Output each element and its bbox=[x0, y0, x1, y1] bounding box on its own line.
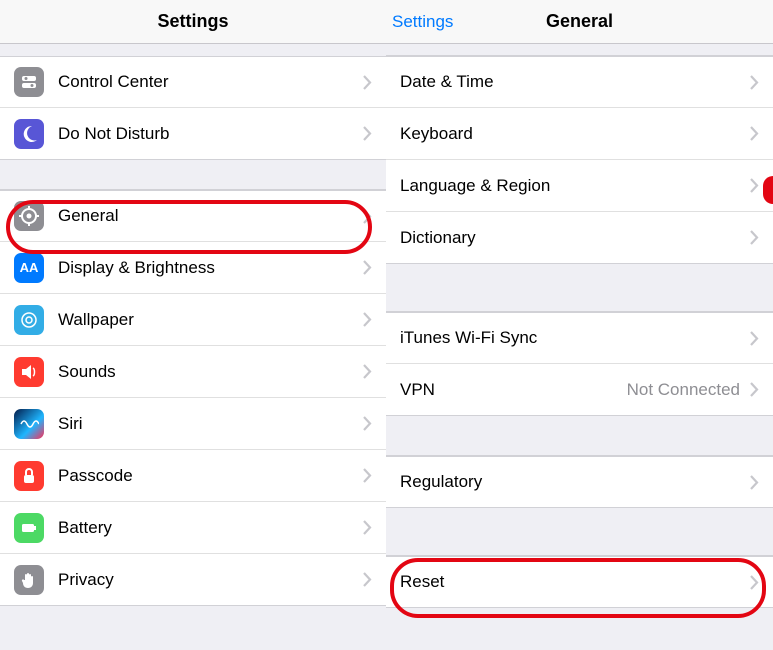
wallpaper-icon bbox=[14, 305, 44, 335]
row-label: iTunes Wi-Fi Sync bbox=[400, 328, 750, 348]
row-label: Date & Time bbox=[400, 72, 750, 92]
settings-row-battery[interactable]: Battery bbox=[0, 502, 386, 554]
header: Settings General bbox=[386, 0, 773, 44]
chevron-right-icon bbox=[363, 260, 372, 275]
row-label: Display & Brightness bbox=[58, 258, 363, 278]
general-list: Date & Time Keyboard Language & Region D… bbox=[386, 44, 773, 650]
header: Settings bbox=[0, 0, 386, 44]
row-label: Siri bbox=[58, 414, 363, 434]
chevron-right-icon bbox=[750, 230, 759, 245]
page-title: General bbox=[546, 11, 613, 32]
row-label: Do Not Disturb bbox=[58, 124, 363, 144]
general-row-date-time[interactable]: Date & Time bbox=[386, 56, 773, 108]
display-icon: AA bbox=[14, 253, 44, 283]
settings-main-screen: Settings Control Center Do Not Disturb bbox=[0, 0, 386, 650]
chevron-right-icon bbox=[750, 126, 759, 141]
settings-row-display-brightness[interactable]: AA Display & Brightness bbox=[0, 242, 386, 294]
gear-icon bbox=[14, 201, 44, 231]
row-label: Battery bbox=[58, 518, 363, 538]
chevron-right-icon bbox=[363, 126, 372, 141]
row-label: Language & Region bbox=[400, 176, 750, 196]
chevron-right-icon bbox=[363, 364, 372, 379]
settings-general-screen: Settings General Date & Time Keyboard La… bbox=[386, 0, 773, 650]
settings-row-control-center[interactable]: Control Center bbox=[0, 56, 386, 108]
general-row-vpn[interactable]: VPN Not Connected bbox=[386, 364, 773, 416]
moon-icon bbox=[14, 119, 44, 149]
siri-icon bbox=[14, 409, 44, 439]
chevron-right-icon bbox=[363, 468, 372, 483]
settings-row-passcode[interactable]: Passcode bbox=[0, 450, 386, 502]
speaker-icon bbox=[14, 357, 44, 387]
chevron-right-icon bbox=[750, 178, 759, 193]
chevron-right-icon bbox=[363, 209, 372, 224]
chevron-right-icon bbox=[363, 312, 372, 327]
row-label: Reset bbox=[400, 572, 750, 592]
settings-row-general[interactable]: General bbox=[0, 190, 386, 242]
chevron-right-icon bbox=[363, 572, 372, 587]
row-label: VPN bbox=[400, 380, 627, 400]
settings-row-do-not-disturb[interactable]: Do Not Disturb bbox=[0, 108, 386, 160]
general-row-dictionary[interactable]: Dictionary bbox=[386, 212, 773, 264]
settings-row-wallpaper[interactable]: Wallpaper bbox=[0, 294, 386, 346]
chevron-right-icon bbox=[750, 75, 759, 90]
settings-list: Control Center Do Not Disturb General bbox=[0, 44, 386, 650]
row-detail: Not Connected bbox=[627, 380, 740, 400]
row-label: Keyboard bbox=[400, 124, 750, 144]
row-label: Wallpaper bbox=[58, 310, 363, 330]
hand-icon bbox=[14, 565, 44, 595]
row-label: Dictionary bbox=[400, 228, 750, 248]
general-row-itunes-wifi-sync[interactable]: iTunes Wi-Fi Sync bbox=[386, 312, 773, 364]
chevron-right-icon bbox=[750, 475, 759, 490]
page-title: Settings bbox=[157, 11, 228, 32]
general-row-reset[interactable]: Reset bbox=[386, 556, 773, 608]
back-button[interactable]: Settings bbox=[392, 12, 453, 32]
general-row-regulatory[interactable]: Regulatory bbox=[386, 456, 773, 508]
chevron-right-icon bbox=[363, 520, 372, 535]
chevron-right-icon bbox=[750, 382, 759, 397]
control-center-icon bbox=[14, 67, 44, 97]
lock-icon bbox=[14, 461, 44, 491]
back-label: Settings bbox=[392, 12, 453, 32]
battery-icon bbox=[14, 513, 44, 543]
settings-row-siri[interactable]: Siri bbox=[0, 398, 386, 450]
settings-row-privacy[interactable]: Privacy bbox=[0, 554, 386, 606]
chevron-right-icon bbox=[363, 75, 372, 90]
chevron-right-icon bbox=[750, 575, 759, 590]
row-label: Privacy bbox=[58, 570, 363, 590]
chevron-right-icon bbox=[750, 331, 759, 346]
settings-row-sounds[interactable]: Sounds bbox=[0, 346, 386, 398]
general-row-language-region[interactable]: Language & Region bbox=[386, 160, 773, 212]
chevron-right-icon bbox=[363, 416, 372, 431]
row-label: Sounds bbox=[58, 362, 363, 382]
row-label: Passcode bbox=[58, 466, 363, 486]
row-label: Regulatory bbox=[400, 472, 750, 492]
row-label: General bbox=[58, 206, 363, 226]
row-label: Control Center bbox=[58, 72, 363, 92]
general-row-keyboard[interactable]: Keyboard bbox=[386, 108, 773, 160]
